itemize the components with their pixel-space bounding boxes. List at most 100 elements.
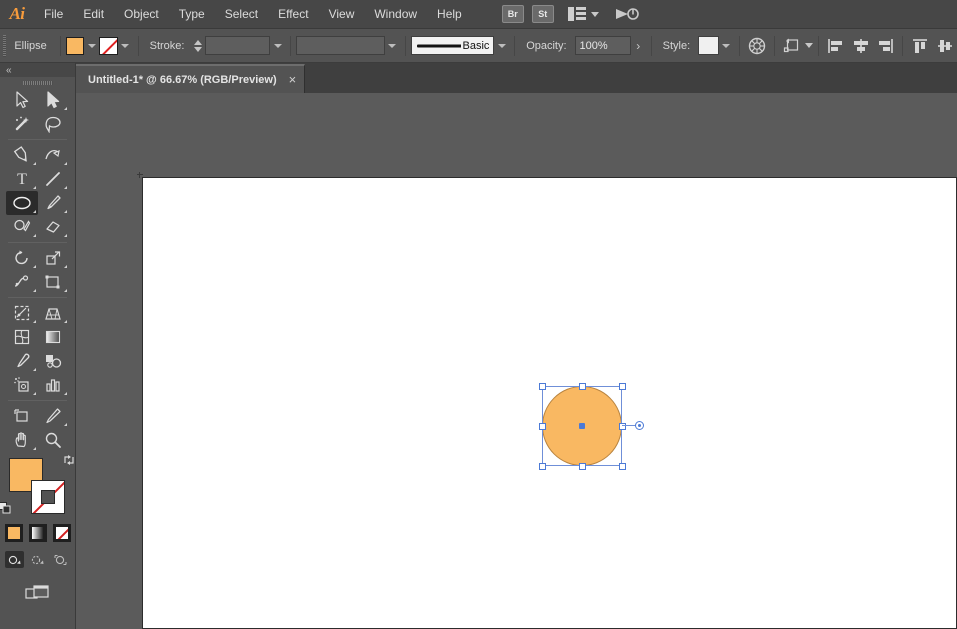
hand-tool[interactable] <box>6 428 38 452</box>
divider <box>514 35 516 56</box>
control-bar: Ellipse Stroke: Basic Opacity: 100% › St… <box>0 29 957 63</box>
scale-tool[interactable] <box>38 246 70 270</box>
stroke-color-swatch[interactable] <box>99 36 118 55</box>
graphic-style-dropdown-icon[interactable] <box>719 37 734 55</box>
mesh-tool[interactable] <box>6 325 38 349</box>
chevron-down-icon[interactable] <box>590 11 599 17</box>
default-fill-stroke-icon[interactable] <box>0 502 11 514</box>
control-bar-grabber[interactable] <box>0 29 8 63</box>
fill-dropdown-icon[interactable] <box>84 37 99 55</box>
rotate-tool[interactable] <box>6 246 38 270</box>
type-tool[interactable]: T <box>6 167 38 191</box>
tool-flyout-indicator <box>32 265 36 268</box>
menu-view[interactable]: View <box>319 0 365 29</box>
tool-grid: T <box>0 88 75 452</box>
menu-window[interactable]: Window <box>364 0 427 29</box>
width-tool[interactable] <box>6 270 38 294</box>
lasso-tool[interactable] <box>38 112 70 136</box>
opacity-label[interactable]: Opacity: <box>520 40 574 52</box>
handle-top-center[interactable] <box>578 382 586 390</box>
brush-definition-select[interactable]: Basic <box>410 36 495 55</box>
rotation-widget-handle[interactable] <box>635 421 644 430</box>
symbol-sprayer-tool[interactable] <box>6 373 38 397</box>
stroke-dropdown-icon[interactable] <box>118 37 133 55</box>
canvas-area[interactable] <box>76 93 957 629</box>
stroke-weight-input[interactable] <box>204 36 271 55</box>
handle-bottom-left[interactable] <box>538 462 546 470</box>
menu-select[interactable]: Select <box>215 0 268 29</box>
artboard-tool[interactable] <box>6 404 38 428</box>
draw-normal-button[interactable] <box>5 551 24 568</box>
pen-tool[interactable] <box>6 143 38 167</box>
change-screen-mode-button[interactable] <box>0 584 75 602</box>
ellipse-tool[interactable] <box>6 191 38 215</box>
variable-width-profile-dropdown-icon[interactable] <box>385 37 400 55</box>
blend-tool[interactable] <box>38 349 70 373</box>
stroke-color-indicator[interactable] <box>30 480 65 514</box>
handle-middle-left[interactable] <box>538 422 546 430</box>
brush-definition-dropdown-icon[interactable] <box>494 37 509 55</box>
align-right-icon[interactable] <box>875 35 895 57</box>
swap-fill-stroke-icon[interactable] <box>63 454 75 466</box>
eraser-tool[interactable] <box>38 215 70 239</box>
column-graph-tool[interactable] <box>38 373 70 397</box>
free-transform-tool[interactable] <box>38 270 70 294</box>
paintbrush-tool[interactable] <box>38 191 70 215</box>
tool-divider <box>6 136 69 143</box>
handle-bottom-center[interactable] <box>578 462 586 470</box>
menu-help[interactable]: Help <box>427 0 472 29</box>
zoom-tool[interactable] <box>38 428 70 452</box>
align-horizontal-center-icon[interactable] <box>850 35 870 57</box>
drawing-mode-buttons <box>0 551 75 568</box>
graphic-style-swatch[interactable] <box>698 36 719 55</box>
arrange-documents-icon[interactable] <box>567 7 586 21</box>
menu-edit[interactable]: Edit <box>73 0 114 29</box>
stroke-weight-label[interactable]: Stroke: <box>144 40 193 52</box>
menu-file[interactable]: File <box>34 0 73 29</box>
slice-tool[interactable] <box>38 404 70 428</box>
style-label: Style: <box>662 39 691 52</box>
opacity-options-icon[interactable]: › <box>631 36 646 55</box>
eyedropper-tool[interactable] <box>6 349 38 373</box>
menu-effect[interactable]: Effect <box>268 0 318 29</box>
menu-object[interactable]: Object <box>114 0 169 29</box>
transform-chevron-down-icon[interactable] <box>805 43 814 48</box>
transform-icon[interactable] <box>782 35 802 57</box>
stock-button[interactable]: St <box>531 5 554 23</box>
handle-bottom-right[interactable] <box>618 462 626 470</box>
magic-wand-tool[interactable] <box>6 112 38 136</box>
gradient-button[interactable] <box>28 524 47 542</box>
perspective-grid-tool[interactable] <box>38 301 70 325</box>
handle-top-right[interactable] <box>618 382 626 390</box>
handle-middle-right[interactable] <box>618 422 626 430</box>
close-icon[interactable]: × <box>289 73 297 86</box>
shape-builder-tool[interactable] <box>6 301 38 325</box>
color-button[interactable] <box>4 524 23 542</box>
align-left-icon[interactable] <box>826 35 846 57</box>
draw-inside-button[interactable] <box>51 551 70 568</box>
curvature-tool[interactable] <box>38 143 70 167</box>
direct-selection-tool[interactable] <box>38 88 70 112</box>
stroke-weight-stepper[interactable] <box>192 36 202 56</box>
selection-tool[interactable] <box>6 88 38 112</box>
menu-type[interactable]: Type <box>169 0 215 29</box>
line-segment-tool[interactable] <box>38 167 70 191</box>
fill-color-swatch[interactable] <box>65 36 85 55</box>
workspace-switcher-icon[interactable] <box>615 5 639 23</box>
align-top-icon[interactable] <box>910 35 930 57</box>
recolor-artwork-icon[interactable] <box>746 35 766 57</box>
align-vertical-center-icon[interactable] <box>935 35 955 57</box>
tools-panel-grabber[interactable] <box>0 77 75 88</box>
collapse-panel-icon[interactable]: « <box>6 65 11 76</box>
shaper-tool[interactable] <box>6 215 38 239</box>
opacity-input[interactable]: 100% <box>574 36 631 55</box>
stroke-weight-dropdown-icon[interactable] <box>270 37 285 55</box>
gradient-tool[interactable] <box>38 325 70 349</box>
variable-width-profile-input[interactable] <box>296 36 385 55</box>
document-tab[interactable]: Untitled-1* @ 66.67% (RGB/Preview) × <box>76 64 306 93</box>
draw-behind-button[interactable] <box>28 551 47 568</box>
handle-top-left[interactable] <box>538 382 546 390</box>
bridge-button[interactable]: Br <box>501 5 524 23</box>
none-button[interactable] <box>52 524 71 542</box>
selected-object-group[interactable] <box>534 378 644 474</box>
